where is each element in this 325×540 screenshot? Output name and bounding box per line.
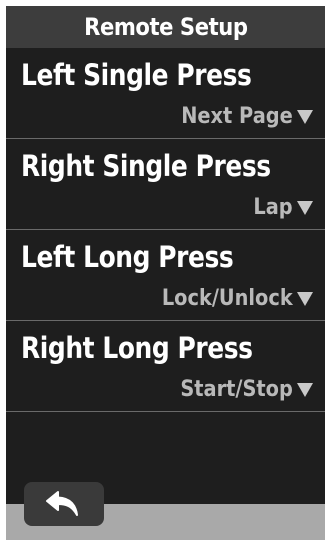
settings-list: Left Single Press Next Page Right Single… xyxy=(6,48,325,412)
setting-value-dropdown[interactable]: Start/Stop xyxy=(165,377,313,402)
setting-value-dropdown[interactable]: Lap xyxy=(248,195,313,220)
dropdown-triangle-icon xyxy=(297,382,313,397)
setting-label: Left Single Press xyxy=(21,58,252,92)
dropdown-triangle-icon xyxy=(297,291,313,306)
remote-setup-screen: Remote Setup Left Single Press Next Page… xyxy=(6,6,325,540)
setting-value: Next Page xyxy=(181,104,293,129)
setting-value: Lock/Unlock xyxy=(162,286,293,311)
setting-label: Left Long Press xyxy=(21,240,234,274)
setting-value: Start/Stop xyxy=(180,377,293,402)
dropdown-triangle-icon xyxy=(297,200,313,215)
page-title: Remote Setup xyxy=(83,13,248,41)
setting-label: Right Long Press xyxy=(21,331,253,365)
setting-label: Right Single Press xyxy=(21,149,271,183)
setting-value-dropdown[interactable]: Lock/Unlock xyxy=(144,286,313,311)
setting-row-right-long-press[interactable]: Right Long Press Start/Stop xyxy=(6,321,325,412)
back-button[interactable] xyxy=(24,482,104,526)
header-bar: Remote Setup xyxy=(6,6,325,48)
setting-row-right-single-press[interactable]: Right Single Press Lap xyxy=(6,139,325,230)
setting-value: Lap xyxy=(253,195,293,220)
back-arrow-icon xyxy=(46,491,78,516)
setting-row-left-single-press[interactable]: Left Single Press Next Page xyxy=(6,48,325,139)
dropdown-triangle-icon xyxy=(297,109,313,124)
setting-value-dropdown[interactable]: Next Page xyxy=(166,104,313,129)
setting-row-left-long-press[interactable]: Left Long Press Lock/Unlock xyxy=(6,230,325,321)
